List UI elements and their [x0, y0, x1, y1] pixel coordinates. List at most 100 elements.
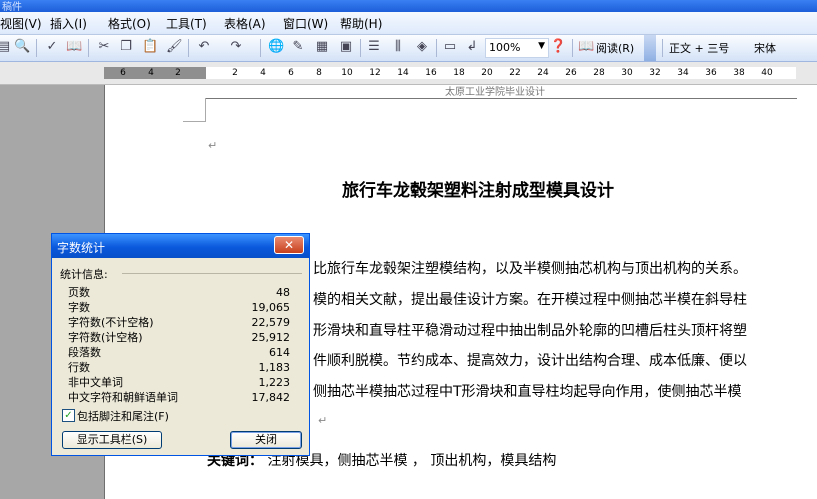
margin-corner-mark	[183, 121, 206, 122]
print-icon[interactable]: ▤	[0, 39, 12, 55]
stat-row: 字符数(不计空格) 22,579	[68, 316, 290, 329]
close-icon[interactable]: ✕	[274, 236, 304, 254]
drawing-icon[interactable]: ⫼	[390, 39, 406, 55]
ruler-tick: 28	[593, 68, 605, 78]
ruler-tick: 14	[397, 68, 409, 78]
keywords-text: 注射模具，侧抽芯半模 ， 顶出机构，模具结构	[267, 453, 557, 469]
chevron-down-icon: ▼	[538, 41, 545, 51]
hyperlink-icon[interactable]: 🌐	[268, 39, 284, 55]
paragraph-mark-icon[interactable]: ↲	[464, 39, 480, 55]
document-map-icon[interactable]: ◈	[414, 39, 430, 55]
stat-row: 页数 48	[68, 286, 290, 299]
style-select[interactable]: 正文 + 三号	[669, 40, 729, 56]
menu-bar: 视图(V) 插入(I) 格式(O) 工具(T) 表格(A) 窗口(W) 帮助(H…	[0, 12, 817, 35]
copy-icon[interactable]: ❐	[118, 39, 134, 55]
ruler-tick: 2	[232, 68, 238, 78]
body-line: 比旅行车龙毂架注塑模结构，以及半模侧抽芯机构与顶出机构的关系。	[313, 261, 747, 277]
stat-value: 25,912	[251, 331, 291, 344]
insert-table-icon[interactable]: ▦	[314, 39, 330, 55]
menu-view[interactable]: 视图(V)	[0, 15, 42, 32]
body-line: 形滑块和直导柱平稳滑动过程中抽出制品外轮廓的凹槽后柱头顶杆将塑	[313, 323, 747, 339]
tables-borders-icon[interactable]: ✎	[290, 39, 306, 55]
body-line: 模的相关文献，提出最佳设计方案。在开模过程中侧抽芯半模在斜导柱	[313, 292, 747, 308]
toolbar-separator	[260, 39, 261, 57]
header-rule	[205, 98, 797, 99]
menu-table[interactable]: 表格(A)	[224, 15, 266, 32]
toolbar-separator	[188, 39, 189, 57]
stat-value: 1,183	[258, 361, 291, 374]
toolbar-separator	[436, 39, 437, 57]
ruler-tick: 24	[537, 68, 549, 78]
menu-insert[interactable]: 插入(I)	[50, 15, 87, 32]
include-footnotes-label[interactable]: 包括脚注和尾注(F)	[77, 408, 169, 424]
page-header-text: 太原工业学院毕业设计	[445, 87, 545, 98]
stat-label: 字符数(不计空格)	[68, 316, 154, 329]
ruler-tick: 16	[425, 68, 437, 78]
stat-value: 614	[269, 346, 290, 359]
stat-row: 字符数(计空格) 25,912	[68, 331, 290, 344]
standard-toolbar: ▤ 🔍 ✓ 📖 ✂ ❐ 📋 🖌 ↶ ↷ 🌐 ✎ ▦ ▣ ☰ ⫼ ◈ ▭ ↲ 10…	[0, 35, 817, 62]
ruler-tick: 38	[733, 68, 745, 78]
stat-value: 19,065	[251, 301, 291, 314]
menu-format[interactable]: 格式(O)	[108, 15, 151, 32]
read-mode-icon[interactable]: 📖	[578, 39, 594, 55]
horizontal-ruler[interactable]: 6 4 2 2 4 6 8 10 12 14 16 18 20 22 24 26…	[0, 62, 817, 85]
menu-tools[interactable]: 工具(T)	[166, 15, 207, 32]
show-hide-icon[interactable]: ▭	[442, 39, 458, 55]
toolbar-separator	[572, 39, 573, 57]
section-divider	[122, 273, 302, 274]
stat-value: 1,223	[258, 376, 291, 389]
ruler-tick: 18	[453, 68, 465, 78]
include-footnotes-checkbox[interactable]: ✓	[62, 409, 75, 422]
toolbar-separator	[360, 39, 361, 57]
margin-corner-mark	[205, 98, 206, 122]
stat-row: 非中文单词 1,223	[68, 376, 290, 389]
stat-row: 字数 19,065	[68, 301, 290, 314]
ruler-tick: 6	[288, 68, 294, 78]
undo-icon[interactable]: ↶	[196, 39, 212, 55]
ruler-tick: 8	[316, 68, 322, 78]
ruler-tick: 26	[565, 68, 577, 78]
close-button[interactable]: 关闭	[230, 431, 302, 449]
ruler-tick: 36	[705, 68, 717, 78]
menu-window[interactable]: 窗口(W)	[283, 15, 328, 32]
ruler-tick: 10	[341, 68, 353, 78]
columns-icon[interactable]: ☰	[366, 39, 382, 55]
format-painter-icon[interactable]: 🖌	[166, 39, 183, 55]
cut-icon[interactable]: ✂	[96, 39, 112, 55]
ruler-tick: 2	[175, 68, 181, 78]
ruler-tick: 32	[649, 68, 661, 78]
font-select[interactable]: 宋体	[754, 40, 776, 56]
stat-label: 行数	[68, 361, 90, 374]
stat-label: 字数	[68, 301, 90, 314]
word-count-dialog: 字数统计 ✕ 统计信息: 页数 48 字数 19,065 字符数(不计空格) 2…	[51, 233, 310, 456]
stat-value: 17,842	[251, 391, 291, 404]
stat-label: 页数	[68, 286, 90, 299]
ruler-tick: 22	[509, 68, 521, 78]
ruler-tick: 6	[120, 68, 126, 78]
menu-help[interactable]: 帮助(H)	[340, 15, 382, 32]
ruler-tick: 12	[369, 68, 381, 78]
spelling-icon[interactable]: ✓	[44, 39, 60, 55]
toolbar-overflow-button[interactable]	[644, 35, 656, 61]
show-toolbar-button[interactable]: 显示工具栏(S)	[62, 431, 162, 449]
ruler-tick: 30	[621, 68, 633, 78]
research-icon[interactable]: 📖	[66, 39, 82, 55]
stat-label: 非中文单词	[68, 376, 123, 389]
body-line: 件顺利脱模。节约成本、提高效力，设计出结构合理、成本低廉、便以	[313, 353, 747, 369]
zoom-select[interactable]: 100% ▼	[485, 38, 549, 58]
insert-excel-icon[interactable]: ▣	[338, 39, 354, 55]
read-mode-button[interactable]: 阅读(R)	[596, 40, 634, 56]
toolbar-separator	[88, 39, 89, 57]
help-icon[interactable]: ❓	[550, 39, 566, 55]
paste-icon[interactable]: 📋	[142, 39, 158, 55]
paragraph-mark-icon: ↵	[208, 139, 218, 152]
stat-row: 中文字符和朝鲜语单词 17,842	[68, 391, 290, 404]
ruler-tick: 34	[677, 68, 689, 78]
zoom-value: 100%	[489, 41, 521, 54]
dialog-title-bar[interactable]: 字数统计 ✕	[52, 234, 309, 258]
print-preview-icon[interactable]: 🔍	[14, 39, 30, 55]
redo-icon[interactable]: ↷	[228, 39, 244, 55]
stat-value: 48	[276, 286, 290, 299]
ruler-tick: 4	[148, 68, 154, 78]
